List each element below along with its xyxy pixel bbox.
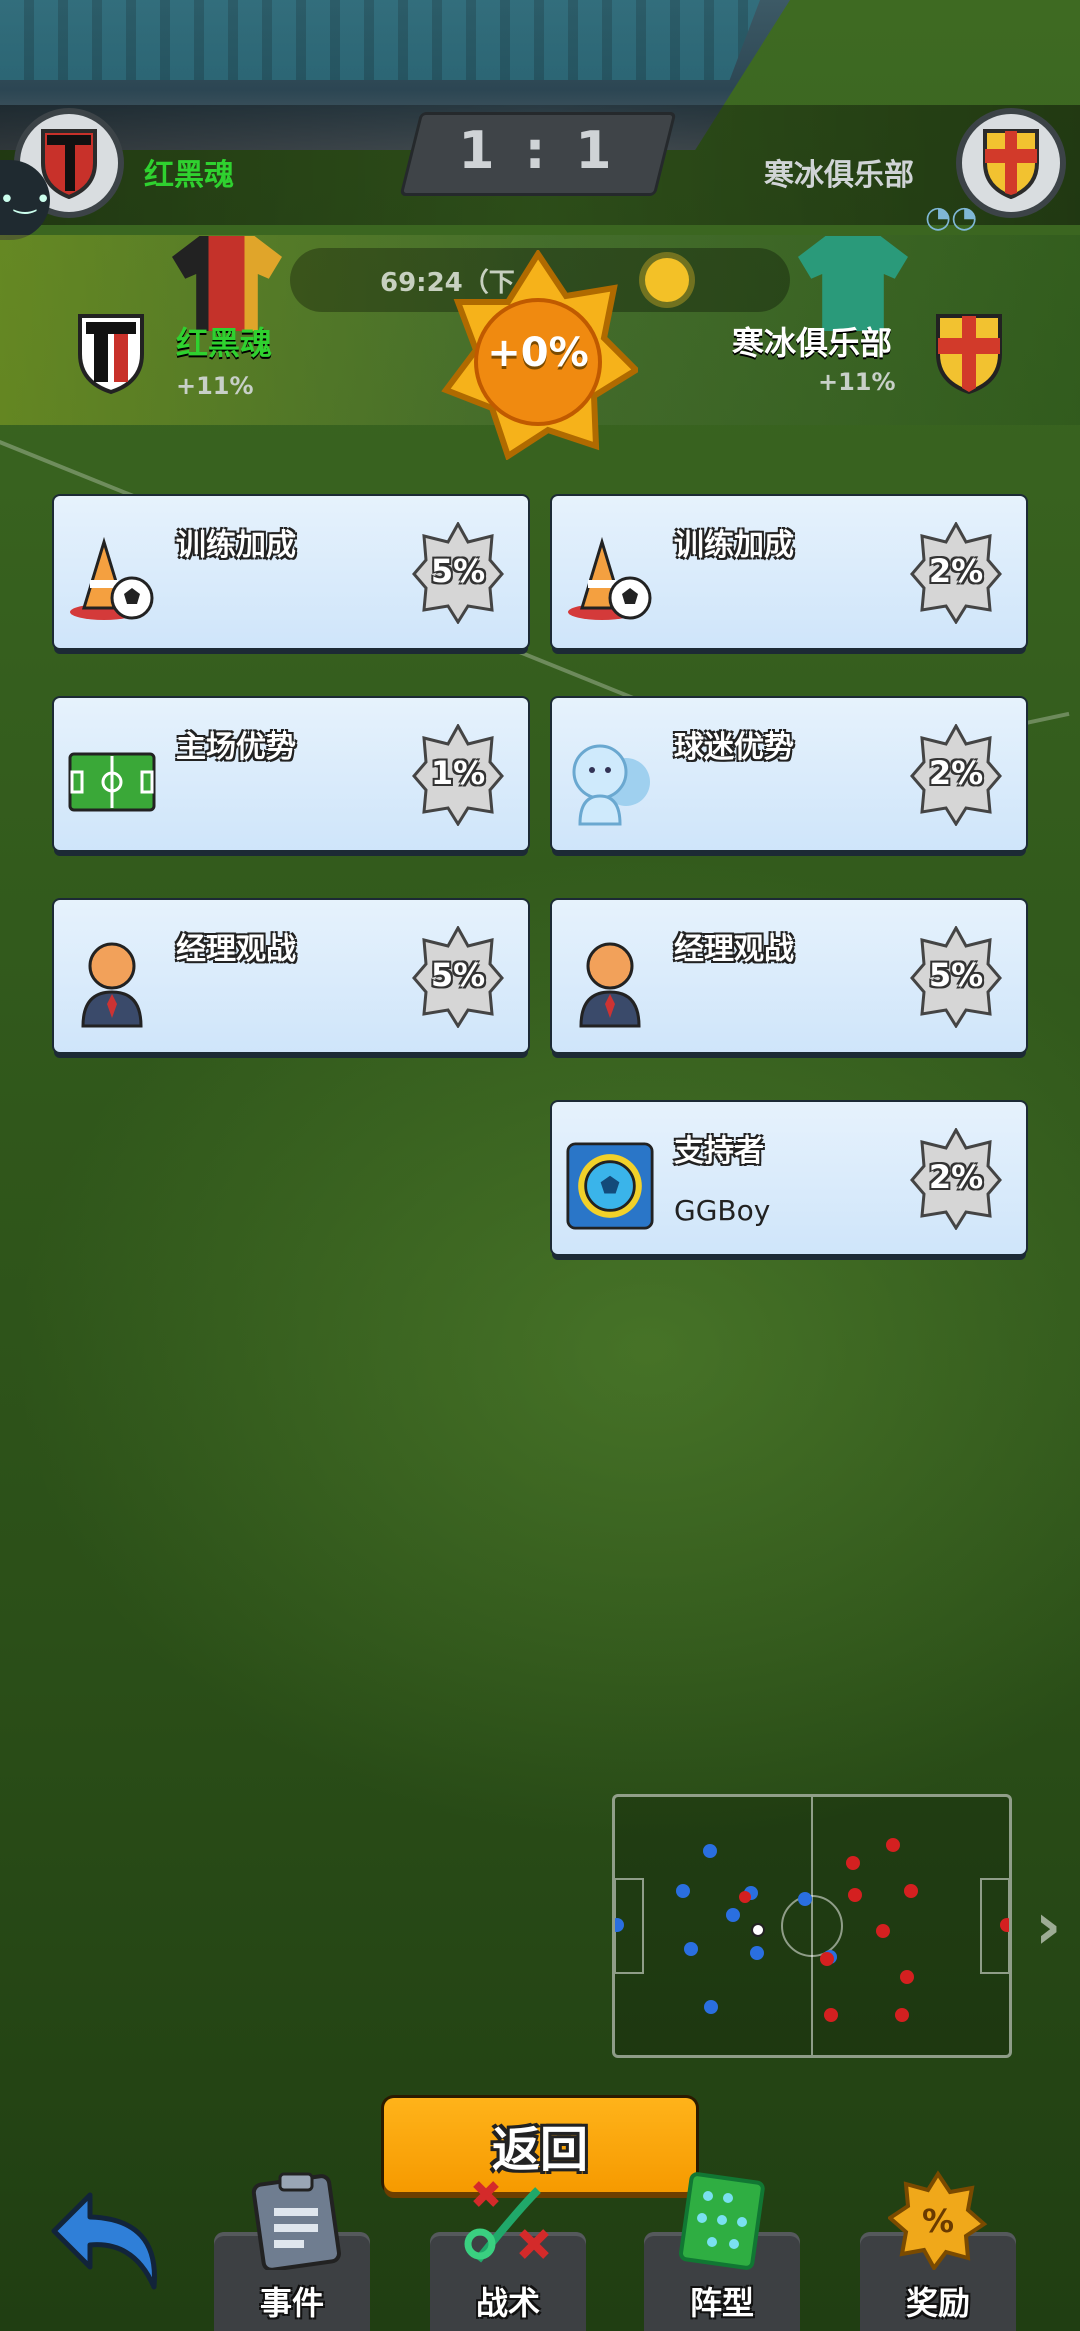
card-title: 训练加成	[176, 528, 296, 563]
training-cone-icon	[566, 536, 654, 624]
away-shield-icon	[983, 129, 1039, 199]
home-bonus-pct: +11%	[176, 372, 254, 400]
away-team-name: 寒冰俱乐部	[764, 158, 914, 193]
manager-icon	[566, 940, 654, 1028]
minimap[interactable]	[612, 1794, 1012, 2058]
away-bonus-pct: +11%	[818, 368, 896, 396]
home-team-name: 红黑魂	[144, 158, 234, 193]
bonus-card-away-manager: 经理观战 5%	[552, 900, 1026, 1052]
bonus-value: 5%	[430, 956, 486, 994]
formation-icon	[679, 2172, 765, 2270]
svg-text:%: %	[922, 2202, 954, 2240]
home-shield-icon	[78, 314, 144, 395]
home-score: 1	[458, 121, 495, 181]
total-bonus-value: +0%	[487, 330, 589, 376]
bonus-value: 1%	[430, 754, 486, 792]
card-title: 训练加成	[674, 528, 794, 563]
card-title: 支持者	[674, 1134, 764, 1169]
chat-face-icon: •‿•	[0, 185, 51, 215]
tactics-icon	[464, 2181, 549, 2263]
away-score: 1	[575, 121, 612, 181]
bonus-card-home-advantage: 主场优势 1%	[54, 698, 528, 850]
bonus-card-home-training: 训练加成 5%	[54, 496, 528, 648]
rewards-icon: %	[888, 2170, 988, 2270]
nav-tactics-label: 战术	[475, 2284, 540, 2322]
pitch-icon	[68, 738, 156, 826]
ball-dot	[751, 1923, 765, 1937]
training-cone-icon	[68, 536, 156, 624]
card-title: 球迷优势	[674, 730, 794, 765]
score-separator: :	[524, 121, 546, 181]
minimap-pitch	[615, 1797, 1009, 2055]
bonus-value: 2%	[928, 552, 984, 590]
card-title: 主场优势	[176, 730, 296, 765]
supporter-name: GGBoy	[674, 1194, 771, 1227]
bonus-value: 2%	[928, 754, 984, 792]
stadium-seats	[0, 0, 760, 80]
bonus-card-away-fans: 球迷优势 2%	[552, 698, 1026, 850]
card-title: 经理观战	[674, 932, 794, 967]
home-player-dots	[615, 1844, 837, 2014]
nav-events-label: 事件	[259, 2284, 324, 2322]
bonus-value: 2%	[928, 1158, 984, 1196]
fans-icon	[566, 738, 654, 826]
bonus-card-supporter: 支持者 GGBoy 2%	[552, 1102, 1026, 1254]
nav-formation-label: 阵型	[689, 2284, 754, 2322]
away-shield-icon	[936, 314, 1002, 395]
undo-arrow-icon[interactable]	[50, 2175, 170, 2295]
clipboard-icon	[251, 2172, 341, 2270]
card-title: 经理观战	[176, 932, 296, 967]
home-team-label: 红黑魂	[176, 324, 273, 362]
manager-icon	[68, 940, 156, 1028]
away-team-label: 寒冰俱乐部	[732, 324, 893, 362]
bonus-value: 5%	[928, 956, 984, 994]
emote-icon[interactable]: ◔◔	[925, 200, 977, 240]
supporter-ball-icon	[566, 1142, 654, 1230]
sun-icon	[645, 258, 689, 302]
bonus-value: 5%	[430, 552, 486, 590]
score-display: 1 : 1	[410, 112, 660, 190]
nav-rewards-label: 奖励	[905, 2284, 970, 2322]
away-player-dots	[739, 1838, 1009, 2022]
bonus-card-away-training: 训练加成 2%	[552, 496, 1026, 648]
bonus-card-home-manager: 经理观战 5%	[54, 900, 528, 1052]
chevron-right-icon[interactable]: ›	[1035, 1890, 1061, 1964]
